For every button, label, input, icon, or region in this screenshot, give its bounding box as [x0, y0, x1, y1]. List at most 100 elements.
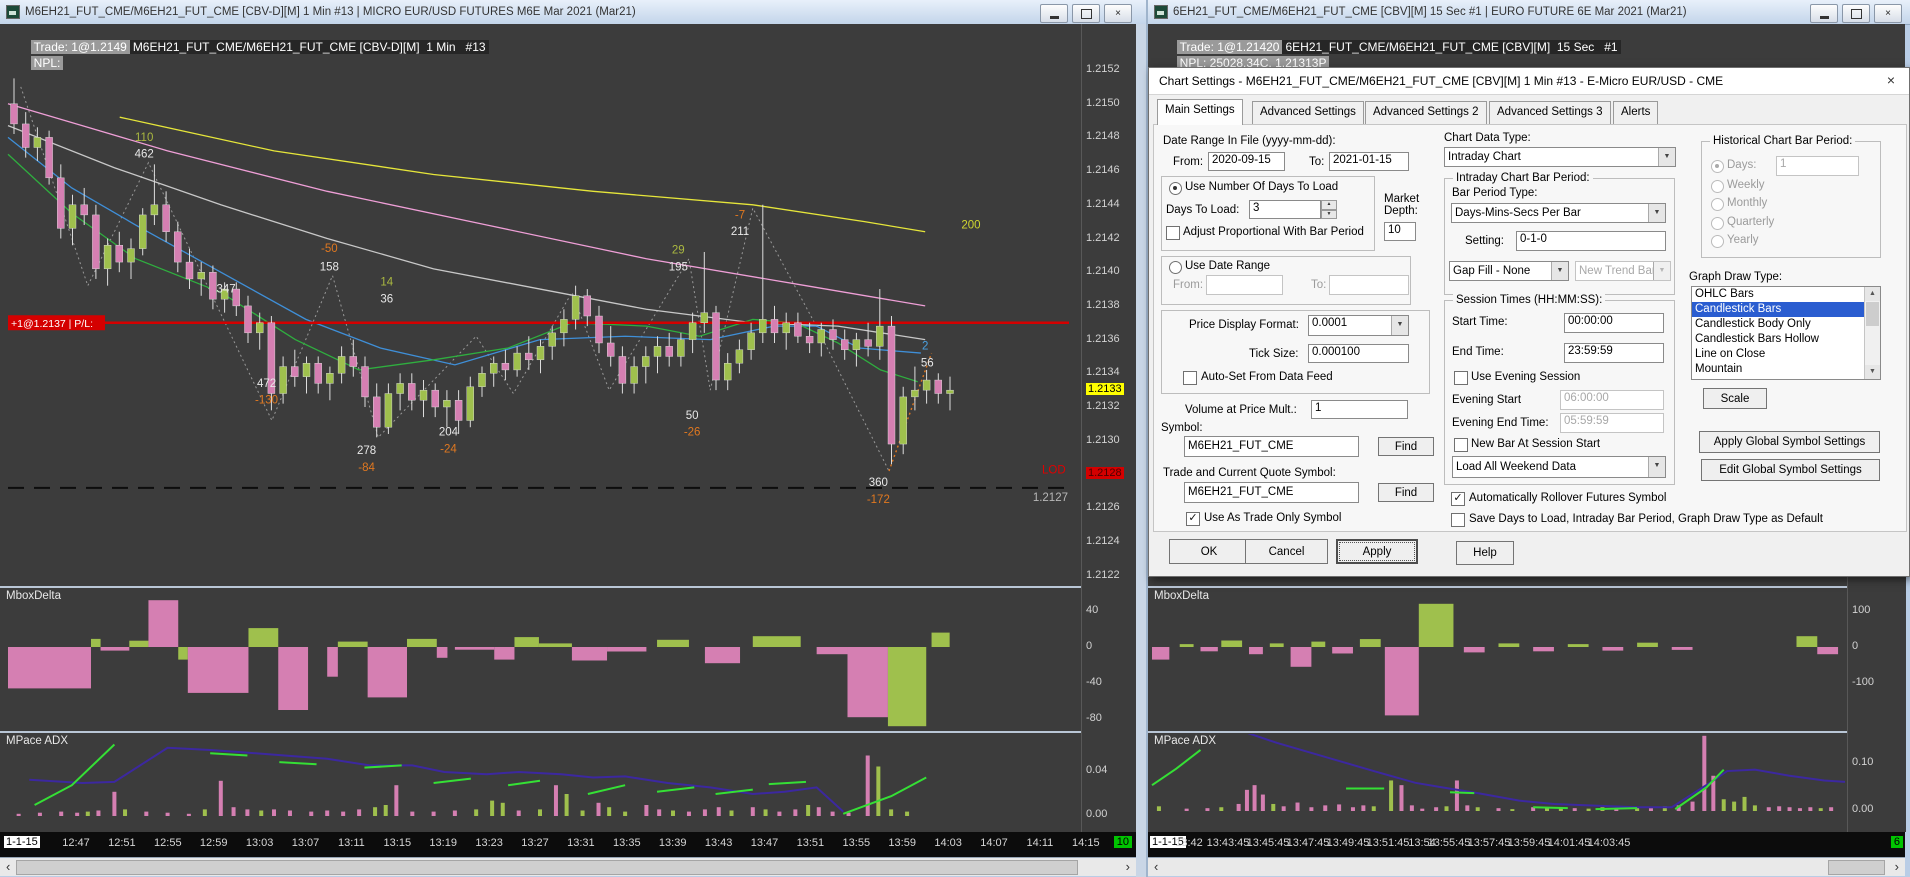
dialog-close-button[interactable]: × — [1881, 72, 1901, 90]
date-to-field[interactable]: 2021-01-15 — [1329, 152, 1409, 171]
range-from-field[interactable] — [1206, 275, 1283, 295]
hist-days-radio[interactable] — [1711, 160, 1724, 173]
right-window-titlebar[interactable]: 6EH21_FUT_CME/M6EH21_FUT_CME [CBV][M] 15… — [1148, 0, 1910, 25]
use-evening-session-checkbox[interactable] — [1454, 371, 1468, 385]
candle-body — [431, 389, 439, 408]
days-to-load-field[interactable]: 3 — [1249, 200, 1321, 219]
scroll-left-icon[interactable]: ‹ — [6, 859, 10, 874]
chevron-down-icon[interactable]: ▼ — [1648, 457, 1665, 477]
maximize-button[interactable] — [1072, 4, 1100, 23]
tab-advanced-settings[interactable]: Advanced Settings — [1252, 101, 1364, 124]
left-price-scale[interactable]: 1.2152 1.2150 1.2148 1.2146 1.2144 1.2142 1.21… — [1081, 24, 1137, 832]
dialog-titlebar[interactable]: Chart Settings - M6EH21_FUT_CME/M6EH21_F… — [1149, 68, 1909, 95]
find-symbol-button[interactable]: Find — [1378, 437, 1434, 456]
volume-at-price-mult-field[interactable]: 1 — [1311, 400, 1408, 419]
scale-button[interactable]: Scale — [1703, 388, 1767, 409]
bar-period-type-combo[interactable]: Days-Mins-Secs Per Bar ▼ — [1451, 203, 1666, 223]
left-h-scrollbar[interactable]: ‹ › — [0, 857, 1136, 876]
listbox-scrollbar[interactable]: ▲ ▼ — [1864, 287, 1880, 379]
scroll-up-icon[interactable]: ▲ — [1865, 287, 1880, 301]
close-button[interactable]: × — [1104, 4, 1132, 23]
days-to-load-spinner[interactable]: ▲ ▼ — [1321, 200, 1337, 219]
hist-monthly-radio[interactable] — [1711, 198, 1724, 211]
hist-quarterly-radio[interactable] — [1711, 217, 1724, 230]
price-tick-label: 1.2132 — [1086, 400, 1120, 412]
spinner-up-icon[interactable]: ▲ — [1321, 200, 1337, 210]
cancel-button[interactable]: Cancel — [1245, 539, 1328, 564]
apply-global-symbol-settings-button[interactable]: Apply Global Symbol Settings — [1699, 431, 1880, 453]
tab-advanced-settings-3[interactable]: Advanced Settings 3 — [1489, 101, 1611, 124]
graph-draw-type-listbox[interactable]: OHLC Bars Candlestick Bars Candlestick Bod… — [1691, 286, 1881, 380]
new-trend-bar-combo[interactable]: New Trend Bar V ▼ — [1575, 261, 1671, 281]
chevron-down-icon[interactable]: ▼ — [1648, 204, 1665, 222]
weekend-data-combo[interactable]: Load All Weekend Data ▼ — [1452, 456, 1666, 478]
evening-start-field[interactable]: 06:00:00 — [1560, 390, 1664, 410]
spinner-down-icon[interactable]: ▼ — [1321, 209, 1337, 219]
symbol-field[interactable]: M6EH21_FUT_CME — [1184, 436, 1359, 457]
scrollbar-thumb[interactable] — [1828, 860, 1885, 875]
range-to-field[interactable] — [1329, 275, 1409, 295]
tab-advanced-settings-2[interactable]: Advanced Settings 2 — [1365, 101, 1487, 124]
left-window-titlebar[interactable]: M6EH21_FUT_CME/M6EH21_FUT_CME [CBV-D][M]… — [0, 0, 1146, 25]
hist-weekly-radio[interactable] — [1711, 180, 1724, 193]
start-time-field[interactable]: 00:00:00 — [1564, 313, 1664, 333]
chevron-down-icon[interactable]: ▼ — [1658, 148, 1675, 166]
ok-button[interactable]: OK — [1169, 539, 1249, 564]
right-price-scale[interactable]: 100 0 -100 0.10 0.00 — [1847, 562, 1906, 832]
graph-type-option[interactable]: OHLC Bars — [1692, 287, 1880, 302]
hist-yearly-radio[interactable] — [1711, 235, 1724, 248]
use-date-range-radio[interactable] — [1169, 261, 1182, 274]
find-trade-symbol-button[interactable]: Find — [1378, 483, 1434, 502]
right-h-scrollbar[interactable]: ‹ › — [1148, 857, 1905, 876]
scroll-down-icon[interactable]: ▼ — [1865, 365, 1880, 379]
close-button[interactable]: × — [1874, 4, 1902, 23]
close-icon: × — [1886, 72, 1896, 88]
left-time-axis[interactable]: 1-1-15 12:47 12:51 12:55 12:59 13:03 13:07 13:1… — [0, 832, 1136, 857]
market-depth-field[interactable]: 10 — [1384, 222, 1416, 241]
hist-days-field[interactable]: 1 — [1776, 156, 1859, 176]
scrollbar-thumb[interactable] — [16, 860, 1078, 875]
graph-type-option[interactable]: Candlestick Body Only — [1692, 317, 1880, 332]
trade-quote-symbol-field[interactable]: M6EH21_FUT_CME — [1184, 482, 1359, 503]
minimize-button[interactable] — [1040, 4, 1068, 23]
graph-type-option[interactable]: Line on Close — [1692, 347, 1880, 362]
help-button[interactable]: Help — [1456, 541, 1514, 565]
chevron-down-icon[interactable]: ▼ — [1551, 262, 1568, 280]
candle-body — [138, 214, 147, 249]
tick-size-field[interactable]: 0.000100 — [1308, 344, 1409, 363]
pace-bar — [553, 785, 558, 816]
date-from-field[interactable]: 2020-09-15 — [1208, 152, 1285, 171]
apply-button[interactable]: Apply — [1336, 539, 1418, 564]
graph-type-option[interactable]: Candlestick Bars Hollow — [1692, 332, 1880, 347]
scroll-right-icon[interactable]: › — [1895, 859, 1899, 874]
new-bar-at-session-start-checkbox[interactable] — [1454, 438, 1468, 452]
adjust-proportional-checkbox[interactable] — [1166, 226, 1180, 240]
end-time-field[interactable]: 23:59:59 — [1564, 343, 1664, 363]
graph-type-option[interactable]: Candlestick Bars — [1692, 302, 1880, 317]
setting-field[interactable]: 0-1-0 — [1516, 231, 1666, 251]
rollover-checkbox[interactable]: ✓ — [1451, 492, 1465, 506]
chevron-down-icon[interactable]: ▼ — [1391, 316, 1408, 335]
scroll-left-icon[interactable]: ‹ — [1154, 859, 1158, 874]
right-time-axis[interactable]: 1-1-15 13:42 13:43:45 13:45:45 13:47:45 13:49… — [1148, 832, 1905, 857]
candle-body — [419, 389, 428, 401]
candle-body — [384, 393, 393, 428]
scrollbar-thumb[interactable] — [1866, 302, 1879, 326]
tab-alerts[interactable]: Alerts — [1613, 101, 1659, 124]
price-display-format-combo[interactable]: 0.0001 ▼ — [1308, 315, 1409, 336]
left-chart-area[interactable]: Trade: 1@1.2149 M6EH21_FUT_CME/M6EH21_FUT… — [0, 24, 1081, 832]
evening-end-time-field[interactable]: 05:59:59 — [1560, 413, 1664, 433]
save-defaults-checkbox[interactable] — [1451, 513, 1465, 527]
scroll-right-icon[interactable]: › — [1126, 859, 1130, 874]
price-tick-label: 1.2124 — [1086, 534, 1120, 547]
use-number-of-days-radio[interactable] — [1169, 182, 1182, 195]
auto-set-checkbox[interactable] — [1183, 371, 1197, 385]
graph-type-option[interactable]: Mountain — [1692, 362, 1880, 377]
edit-global-symbol-settings-button[interactable]: Edit Global Symbol Settings — [1701, 459, 1880, 481]
use-as-trade-only-checkbox[interactable]: ✓ — [1186, 512, 1200, 526]
minimize-button[interactable] — [1810, 4, 1838, 23]
gap-fill-combo[interactable]: Gap Fill - None ▼ — [1449, 261, 1569, 281]
chart-data-type-combo[interactable]: Intraday Chart ▼ — [1444, 147, 1676, 167]
tab-main-settings[interactable]: Main Settings — [1157, 99, 1243, 125]
maximize-button[interactable] — [1842, 4, 1870, 23]
